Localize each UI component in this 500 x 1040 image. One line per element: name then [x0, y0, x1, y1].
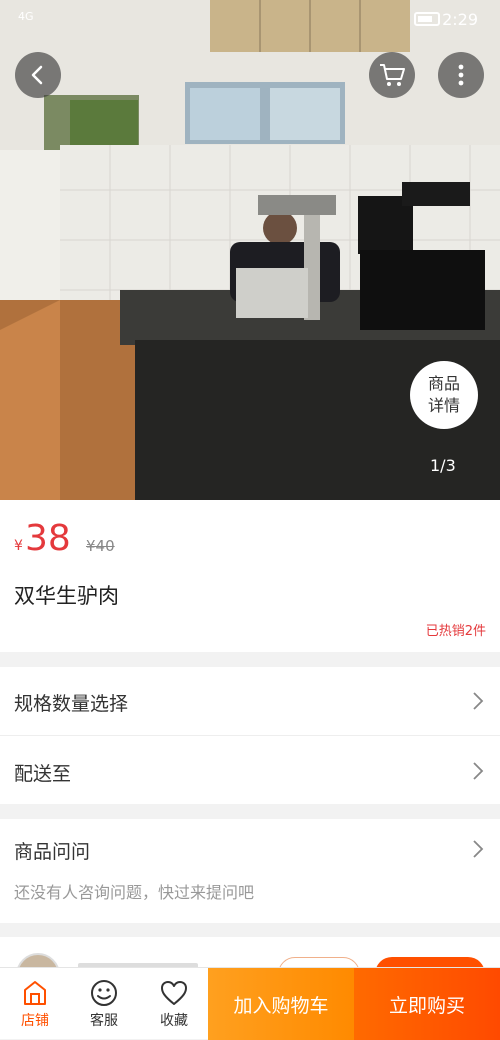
- chevron-left-icon: [31, 65, 43, 85]
- more-vertical-icon: [458, 64, 464, 86]
- product-title: 双华生驴肉: [14, 584, 119, 608]
- tab-favorite-label: 收藏: [160, 1013, 188, 1029]
- qa-empty-hint: 还没有人咨询问题，快过来提问吧: [14, 883, 255, 902]
- currency-symbol: ¥: [14, 538, 23, 554]
- signal-indicator: 4G: [18, 10, 34, 23]
- bottom-action-bar: 店铺 客服 收藏 加入购物车 立即购买: [0, 967, 500, 1040]
- tab-favorite[interactable]: 收藏: [139, 968, 209, 1040]
- delivery-label: 配送至: [14, 763, 72, 785]
- chevron-right-icon: [473, 692, 484, 710]
- tab-service-label: 客服: [90, 1013, 118, 1029]
- delivery-row[interactable]: 配送至: [0, 736, 500, 804]
- spec-quantity-row[interactable]: 规格数量选择: [0, 667, 500, 735]
- image-counter: 1/3: [430, 456, 456, 475]
- product-photo: [0, 0, 500, 500]
- tab-customer-service[interactable]: 客服: [69, 968, 139, 1040]
- buy-now-button[interactable]: 立即购买: [354, 968, 500, 1040]
- chevron-right-icon: [473, 840, 484, 858]
- details-label-line1: 商品: [427, 374, 460, 393]
- details-label-line2: 详情: [427, 396, 460, 415]
- add-to-cart-button[interactable]: 加入购物车: [208, 968, 354, 1040]
- battery-icon: [414, 12, 440, 26]
- store-icon: [24, 981, 46, 1005]
- heart-icon: [161, 981, 187, 1005]
- product-details-button[interactable]: 商品 详情: [410, 361, 478, 429]
- back-button[interactable]: [15, 52, 61, 98]
- tab-shop[interactable]: 店铺: [0, 968, 70, 1040]
- current-price: 38: [25, 518, 71, 559]
- spec-quantity-label: 规格数量选择: [14, 693, 129, 715]
- chevron-right-icon: [473, 762, 484, 780]
- cart-button[interactable]: [369, 52, 415, 98]
- product-image-gallery[interactable]: 4G 2:29 商品 详情 1/3: [0, 0, 500, 500]
- shopping-cart-icon: [380, 64, 405, 86]
- smiley-icon: [91, 980, 117, 1006]
- product-qa-section[interactable]: 商品问问 还没有人咨询问题，快过来提问吧: [0, 819, 500, 923]
- more-options-button[interactable]: [438, 52, 484, 98]
- qa-title: 商品问问: [14, 841, 91, 863]
- sales-count: 已热销2件: [425, 624, 486, 639]
- original-price: ¥40: [86, 537, 115, 555]
- clock: 2:29: [442, 10, 478, 29]
- tab-shop-label: 店铺: [21, 1013, 49, 1029]
- status-bar: 4G 2:29: [0, 0, 500, 40]
